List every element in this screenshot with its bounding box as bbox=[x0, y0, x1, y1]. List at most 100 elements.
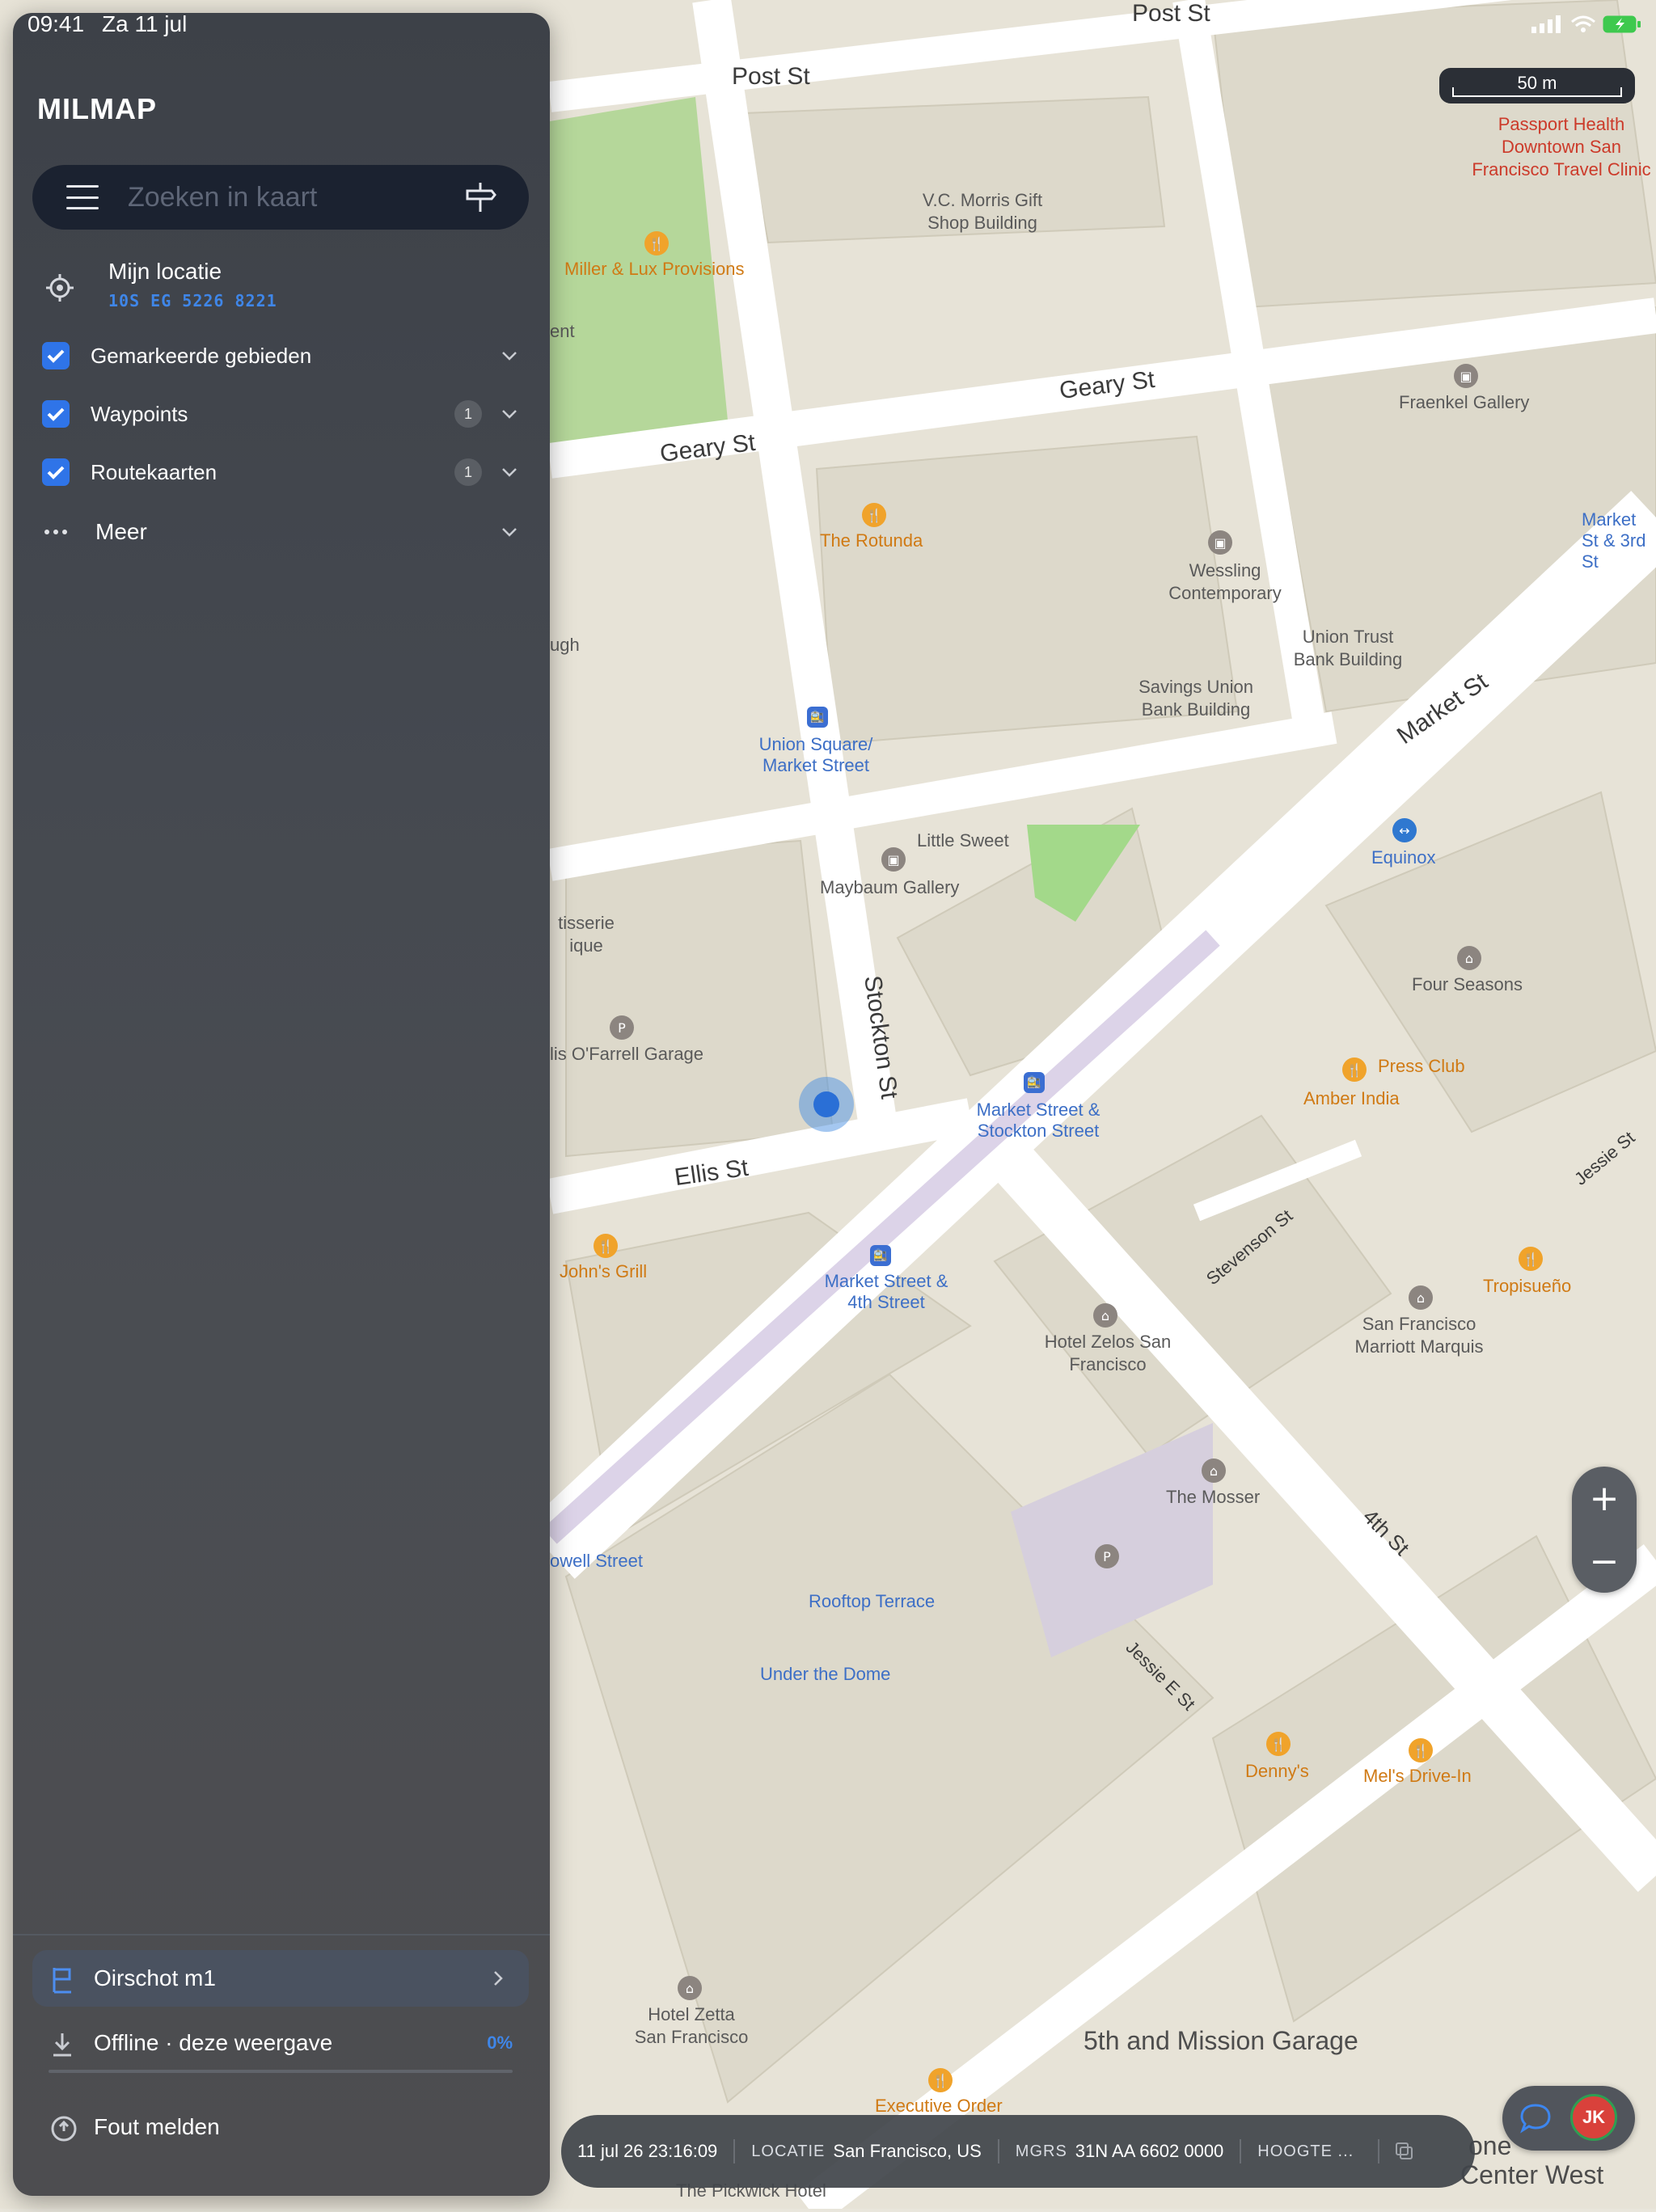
poi-maybaum[interactable]: Maybaum Gallery bbox=[820, 876, 959, 899]
restaurant-icon[interactable]: 🍴 bbox=[1409, 1738, 1433, 1762]
poi-marriott[interactable]: San Francisco Marriott Marquis bbox=[1342, 1313, 1496, 1358]
poi-equinox[interactable]: Equinox bbox=[1371, 847, 1436, 868]
poi-dennys[interactable]: Denny's bbox=[1245, 1761, 1309, 1782]
chevron-down-icon[interactable] bbox=[500, 404, 519, 424]
poi-four-seasons[interactable]: Four Seasons bbox=[1412, 973, 1523, 996]
my-location-grid-ref: 10S EG 5226 8221 bbox=[108, 291, 277, 310]
hotel-icon[interactable]: ⌂ bbox=[1202, 1458, 1226, 1483]
poi-savings-union[interactable]: Savings Union Bank Building bbox=[1135, 676, 1257, 721]
wifi-icon bbox=[1571, 15, 1595, 32]
poi-ugh[interactable]: ugh bbox=[550, 634, 580, 656]
chat-icon[interactable] bbox=[1519, 2102, 1552, 2134]
info-height: HOOGTE ... bbox=[1241, 2115, 1378, 2188]
gym-icon[interactable]: ↔ bbox=[1392, 818, 1417, 842]
restaurant-icon[interactable]: 🍴 bbox=[928, 2068, 953, 2092]
offline-percent: 0% bbox=[487, 2033, 513, 2053]
street-label-post-st: Post St bbox=[1132, 0, 1210, 27]
poi-5th-mission-garage[interactable]: 5th and Mission Garage bbox=[1084, 2026, 1358, 2056]
poi-union-trust[interactable]: Union Trust Bank Building bbox=[1287, 626, 1409, 671]
check-icon bbox=[47, 349, 65, 363]
info-location: LOCATIE San Francisco, US bbox=[735, 2115, 998, 2188]
gallery-icon[interactable]: ▣ bbox=[1454, 364, 1478, 388]
chevron-down-icon[interactable] bbox=[500, 346, 519, 365]
report-label: Fout melden bbox=[94, 2114, 220, 2139]
scale-bar: 50 m bbox=[1439, 68, 1635, 103]
parking-icon[interactable]: P bbox=[1095, 1544, 1119, 1568]
poi-market-stockton[interactable]: Market Street & Stockton Street bbox=[965, 1100, 1111, 1142]
restaurant-icon[interactable]: 🍴 bbox=[594, 1234, 618, 1258]
poi-fraenkel[interactable]: Fraenkel Gallery bbox=[1399, 391, 1529, 414]
poi-hotel-zelos[interactable]: Hotel Zelos San Francisco bbox=[1043, 1331, 1172, 1376]
chevron-down-icon[interactable] bbox=[500, 462, 519, 482]
info-mgrs-key: MGRS bbox=[1015, 2142, 1067, 2160]
poi-powell-street[interactable]: owell Street bbox=[550, 1551, 643, 1572]
zoom-in-button[interactable]: + bbox=[1572, 1467, 1637, 1530]
poi-market-4th[interactable]: Market Street & 4th Street bbox=[822, 1271, 951, 1313]
checkbox[interactable] bbox=[42, 342, 70, 369]
poi-market-3rd[interactable]: Market St & 3rd St bbox=[1582, 509, 1654, 572]
route-item[interactable]: Oirschot m1 bbox=[32, 1950, 529, 2007]
hotel-icon[interactable]: ⌂ bbox=[1409, 1285, 1433, 1310]
hotel-icon[interactable]: ⌂ bbox=[1093, 1303, 1117, 1328]
checkbox[interactable] bbox=[42, 400, 70, 428]
poi-amber-india[interactable]: Amber India bbox=[1303, 1088, 1400, 1109]
more-dots-icon bbox=[44, 530, 67, 534]
avatar[interactable]: JK bbox=[1570, 2094, 1617, 2141]
count-badge: 1 bbox=[454, 458, 482, 486]
restaurant-icon[interactable]: 🍴 bbox=[644, 231, 669, 255]
offline-item[interactable]: Offline · deze weergave 0% bbox=[32, 2015, 529, 2073]
restaurant-icon[interactable]: 🍴 bbox=[1342, 1057, 1367, 1082]
poi-one[interactable]: one bbox=[1468, 2131, 1511, 2161]
poi-miller-lux[interactable]: Miller & Lux Provisions bbox=[564, 259, 745, 280]
poi-under-the-dome[interactable]: Under the Dome bbox=[760, 1664, 890, 1685]
checkbox[interactable] bbox=[42, 458, 70, 486]
restaurant-icon[interactable]: 🍴 bbox=[1519, 1247, 1543, 1271]
poi-passport-health[interactable]: Passport Health Downtown San Francisco T… bbox=[1468, 113, 1654, 181]
poi-vc-morris[interactable]: V.C. Morris Gift Shop Building bbox=[914, 189, 1051, 234]
poi-center-west[interactable]: Center West bbox=[1460, 2160, 1603, 2190]
more-row[interactable]: Meer bbox=[42, 509, 527, 555]
poi-union-square[interactable]: Union Square/ Market Street bbox=[755, 734, 877, 776]
battery-icon bbox=[1603, 15, 1641, 33]
restaurant-icon[interactable]: 🍴 bbox=[862, 503, 886, 527]
poi-press-club[interactable]: Press Club bbox=[1378, 1056, 1465, 1077]
poi-mels-drive-in[interactable]: Mel's Drive-In bbox=[1363, 1766, 1472, 1787]
poi-ent[interactable]: ent bbox=[550, 320, 575, 343]
transit-icon[interactable]: 🚉 bbox=[807, 707, 828, 728]
gallery-icon[interactable]: ▣ bbox=[881, 847, 906, 872]
transit-icon[interactable]: 🚉 bbox=[870, 1245, 891, 1266]
poi-rooftop-terrace[interactable]: Rooftop Terrace bbox=[809, 1591, 935, 1612]
search-bar[interactable] bbox=[32, 165, 529, 230]
hotel-icon[interactable]: ⌂ bbox=[1457, 946, 1481, 970]
layer-row-waypoints[interactable]: Waypoints 1 bbox=[42, 391, 527, 437]
poi-the-mosser[interactable]: The Mosser bbox=[1166, 1486, 1260, 1509]
poi-ofarrell-garage[interactable]: lis O'Farrell Garage bbox=[550, 1043, 703, 1066]
chevron-right-icon bbox=[494, 1971, 503, 1986]
layer-row-routekaarten[interactable]: Routekaarten 1 bbox=[42, 450, 527, 495]
poi-executive-order[interactable]: Executive Order bbox=[875, 2096, 1003, 2117]
zoom-control: + − bbox=[1572, 1467, 1637, 1593]
poi-wessling[interactable]: Wessling Contemporary bbox=[1156, 559, 1294, 605]
menu-icon[interactable] bbox=[66, 185, 99, 209]
poi-johns-grill[interactable]: John's Grill bbox=[560, 1261, 647, 1282]
scale-ruler bbox=[1452, 87, 1622, 97]
search-input[interactable] bbox=[126, 180, 453, 214]
restaurant-icon[interactable]: 🍴 bbox=[1266, 1732, 1291, 1756]
poi-tropisueno[interactable]: Tropisueño bbox=[1483, 1276, 1571, 1297]
poi-hotel-zetta[interactable]: Hotel Zetta San Francisco bbox=[631, 2003, 752, 2049]
poi-patisserie[interactable]: tisserie ique bbox=[550, 912, 623, 957]
layer-row-gemarkeerde-gebieden[interactable]: Gemarkeerde gebieden bbox=[42, 333, 527, 378]
chevron-down-icon[interactable] bbox=[500, 522, 519, 542]
hotel-icon[interactable]: ⌂ bbox=[678, 1976, 702, 2000]
more-label: Meer bbox=[95, 519, 147, 544]
poi-little-sweet[interactable]: Little Sweet bbox=[917, 830, 1009, 852]
my-location-row[interactable]: Mijn locatie 10S EG 5226 8221 bbox=[45, 255, 530, 320]
report-item[interactable]: Fout melden bbox=[32, 2099, 529, 2155]
parking-icon[interactable]: P bbox=[610, 1015, 634, 1040]
signpost-icon[interactable] bbox=[463, 179, 498, 215]
gallery-icon[interactable]: ▣ bbox=[1208, 530, 1232, 555]
zoom-out-button[interactable]: − bbox=[1572, 1530, 1637, 1593]
transit-icon[interactable]: 🚉 bbox=[1024, 1072, 1045, 1093]
poi-the-rotunda[interactable]: The Rotunda bbox=[820, 530, 923, 551]
copy-icon[interactable] bbox=[1394, 2141, 1415, 2162]
